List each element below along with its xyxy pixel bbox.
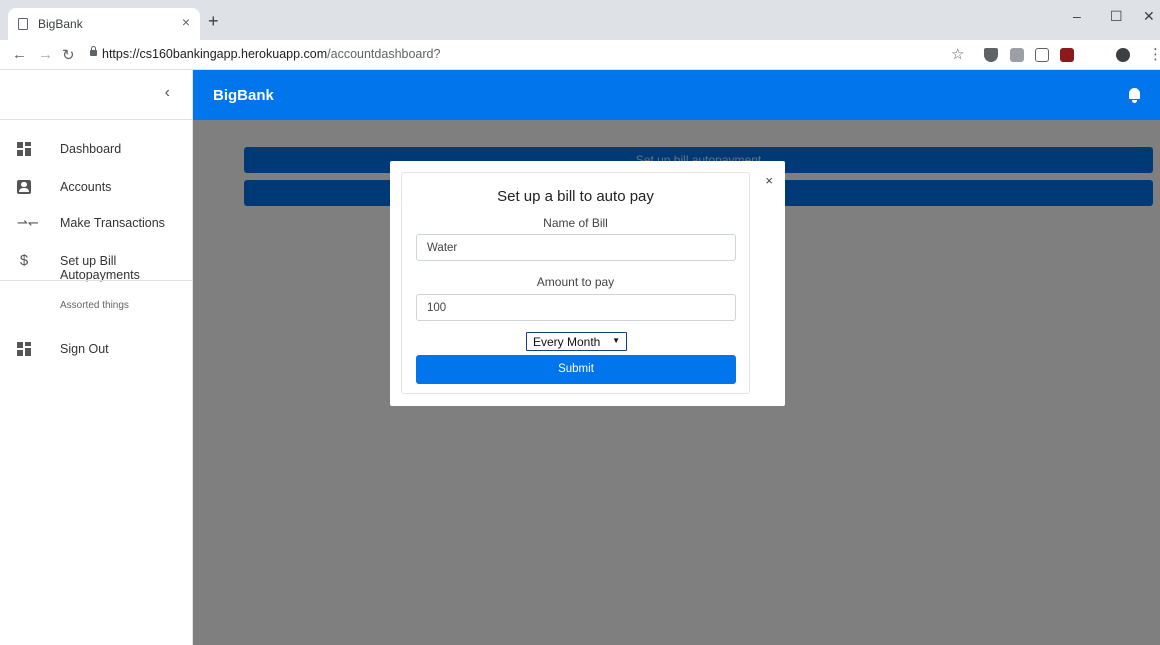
swap-icon: ⇀↽ [17, 215, 39, 230]
browser-tab-strip: BigBank × + – ☐ ✕ [0, 0, 1160, 40]
extension-icon[interactable] [1010, 48, 1024, 62]
tab-close-icon[interactable]: × [182, 14, 190, 30]
sidebar-item-label: Accounts [60, 180, 112, 194]
sidebar-item-accounts[interactable]: Accounts [0, 170, 192, 206]
bell-icon[interactable] [1129, 88, 1140, 103]
browser-toolbar: ← → ↻ https://cs160bankingapp.herokuapp.… [0, 40, 1160, 70]
dashboard-icon [17, 342, 31, 356]
amount-label: Amount to pay [536, 275, 615, 289]
new-tab-button[interactable]: + [208, 12, 219, 30]
sidebar-item-label: Dashboard [60, 142, 122, 156]
bill-name-input[interactable]: Water [416, 234, 736, 261]
red-extension-icon[interactable] [1060, 48, 1074, 62]
sidebar-item-make-transactions[interactable]: ⇀↽ Make Transactions [0, 206, 192, 242]
reload-icon[interactable]: ↻ [62, 46, 75, 64]
brand-title[interactable]: BigBank [213, 87, 274, 104]
frequency-value: Every Month [533, 335, 601, 349]
address-bar[interactable]: https://cs160bankingapp.herokuapp.com/ac… [86, 43, 946, 67]
s-extension-icon[interactable] [1035, 48, 1049, 62]
bill-name-label: Name of Bill [543, 216, 608, 230]
sidebar-divider [0, 280, 192, 281]
autopay-modal: × Set up a bill to auto pay Name of Bill… [390, 161, 785, 406]
sidebar-item-bill-autopayments[interactable]: $ Set up Bill Autopayments [0, 244, 192, 282]
collapse-sidebar-icon[interactable]: ‹ [165, 84, 170, 102]
back-icon[interactable]: ← [12, 46, 27, 63]
maximize-button[interactable]: ☐ [1110, 8, 1123, 25]
dashboard-icon [17, 142, 31, 156]
submit-button[interactable]: Submit [416, 355, 736, 384]
autopay-form: Set up a bill to auto pay Name of Bill W… [401, 172, 750, 394]
chevron-down-icon: ▼ [612, 336, 620, 345]
sidebar-item-label: Make Transactions [60, 216, 165, 230]
close-window-button[interactable]: ✕ [1143, 8, 1155, 25]
url-text: https://cs160bankingapp.herokuapp.com/ac… [102, 47, 441, 61]
account-box-icon [17, 180, 31, 194]
sidebar-item-dashboard[interactable]: Dashboard [0, 132, 192, 168]
lock-icon [90, 46, 97, 56]
sidebar-section-title: Assorted things [60, 300, 129, 311]
sidebar-item-label: Set up Bill Autopayments [60, 254, 140, 282]
forward-icon[interactable]: → [38, 46, 53, 63]
close-icon[interactable]: × [765, 173, 773, 188]
dollar-icon: $ [19, 252, 29, 269]
page-icon [18, 18, 28, 30]
minimize-button[interactable]: – [1073, 8, 1081, 24]
menu-kebab-icon[interactable]: ⋮ [1148, 45, 1160, 63]
shield-extension-icon[interactable] [984, 48, 998, 62]
modal-title: Set up a bill to auto pay [497, 188, 654, 205]
amount-input[interactable]: 100 [416, 294, 736, 321]
frequency-select[interactable]: Every Month ▼ [526, 332, 627, 351]
sidebar: ‹ Dashboard Accounts ⇀↽ Make Transaction… [0, 70, 193, 645]
profile-avatar-icon[interactable] [1116, 48, 1130, 62]
sidebar-header: ‹ [0, 70, 192, 120]
sidebar-item-label: Sign Out [60, 342, 109, 356]
app-header: BigBank [193, 70, 1160, 120]
bookmark-star-icon[interactable]: ☆ [951, 45, 964, 63]
sidebar-item-sign-out[interactable]: Sign Out [0, 332, 192, 368]
tab-title: BigBank [38, 17, 83, 31]
browser-tab[interactable]: BigBank × [8, 8, 200, 40]
